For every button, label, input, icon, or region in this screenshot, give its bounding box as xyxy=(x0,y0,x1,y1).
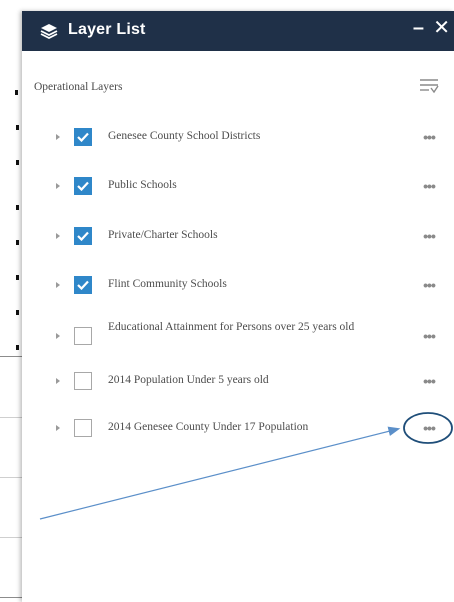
text-fragment xyxy=(16,345,19,350)
layer-label: 2014 Population Under 5 years old xyxy=(108,374,269,386)
layer-label: 2014 Genesee County Under 17 Population xyxy=(108,421,309,433)
minimize-button[interactable]: – xyxy=(413,16,424,40)
checkmark-icon xyxy=(77,181,89,191)
more-options-button[interactable]: ••• xyxy=(419,371,439,391)
layer-label: Flint Community Schools xyxy=(108,278,227,290)
layer-checkbox[interactable] xyxy=(74,276,92,294)
checkmark-icon xyxy=(77,280,89,290)
more-options-button[interactable]: ••• xyxy=(419,127,439,147)
text-fragment xyxy=(16,160,19,165)
checkmark-icon xyxy=(77,132,89,142)
text-fragment xyxy=(16,275,19,280)
panel-header: Layer List – ✕ xyxy=(22,11,454,51)
more-options-button[interactable]: ••• xyxy=(419,176,439,196)
filter-list-icon[interactable] xyxy=(419,77,439,95)
text-fragment xyxy=(16,240,19,245)
layer-row: 2014 Genesee County Under 17 Population … xyxy=(22,414,454,444)
more-options-button[interactable]: ••• xyxy=(419,226,439,246)
close-button[interactable]: ✕ xyxy=(433,16,450,40)
text-fragment xyxy=(16,310,19,315)
layer-row: Genesee County School Districts ••• xyxy=(22,123,454,153)
layer-label: Private/Charter Schools xyxy=(108,229,218,241)
expand-arrow-icon[interactable] xyxy=(56,282,60,288)
layer-checkbox[interactable] xyxy=(74,419,92,437)
expand-arrow-icon[interactable] xyxy=(56,378,60,384)
section-label: Operational Layers xyxy=(34,81,123,93)
layer-row: Flint Community Schools ••• xyxy=(22,271,454,301)
layer-checkbox[interactable] xyxy=(74,372,92,390)
layer-label: Educational Attainment for Persons over … xyxy=(108,321,355,333)
layer-checkbox[interactable] xyxy=(74,227,92,245)
more-options-button[interactable]: ••• xyxy=(419,275,439,295)
layer-label: Genesee County School Districts xyxy=(108,130,261,142)
checkmark-icon xyxy=(77,231,89,241)
text-fragment xyxy=(16,205,19,210)
more-options-button[interactable]: ••• xyxy=(419,418,439,438)
expand-arrow-icon[interactable] xyxy=(56,233,60,239)
expand-arrow-icon[interactable] xyxy=(56,333,60,339)
layer-row: Private/Charter Schools ••• xyxy=(22,222,454,252)
layer-label: Public Schools xyxy=(108,179,177,191)
layer-checkbox[interactable] xyxy=(74,128,92,146)
layer-row: 2014 Population Under 5 years old ••• xyxy=(22,367,454,397)
layer-list-panel: Layer List – ✕ Operational Layers Genese… xyxy=(22,11,454,602)
expand-arrow-icon[interactable] xyxy=(56,183,60,189)
text-fragment xyxy=(16,125,19,130)
expand-arrow-icon[interactable] xyxy=(56,425,60,431)
layers-icon xyxy=(40,22,58,40)
more-options-button[interactable]: ••• xyxy=(419,326,439,346)
layer-row: Public Schools ••• xyxy=(22,172,454,202)
expand-arrow-icon[interactable] xyxy=(56,134,60,140)
layer-checkbox[interactable] xyxy=(74,327,92,345)
layer-row: Educational Attainment for Persons over … xyxy=(22,317,454,357)
text-fragment xyxy=(15,90,18,95)
panel-title: Layer List xyxy=(68,21,146,38)
layer-checkbox[interactable] xyxy=(74,177,92,195)
